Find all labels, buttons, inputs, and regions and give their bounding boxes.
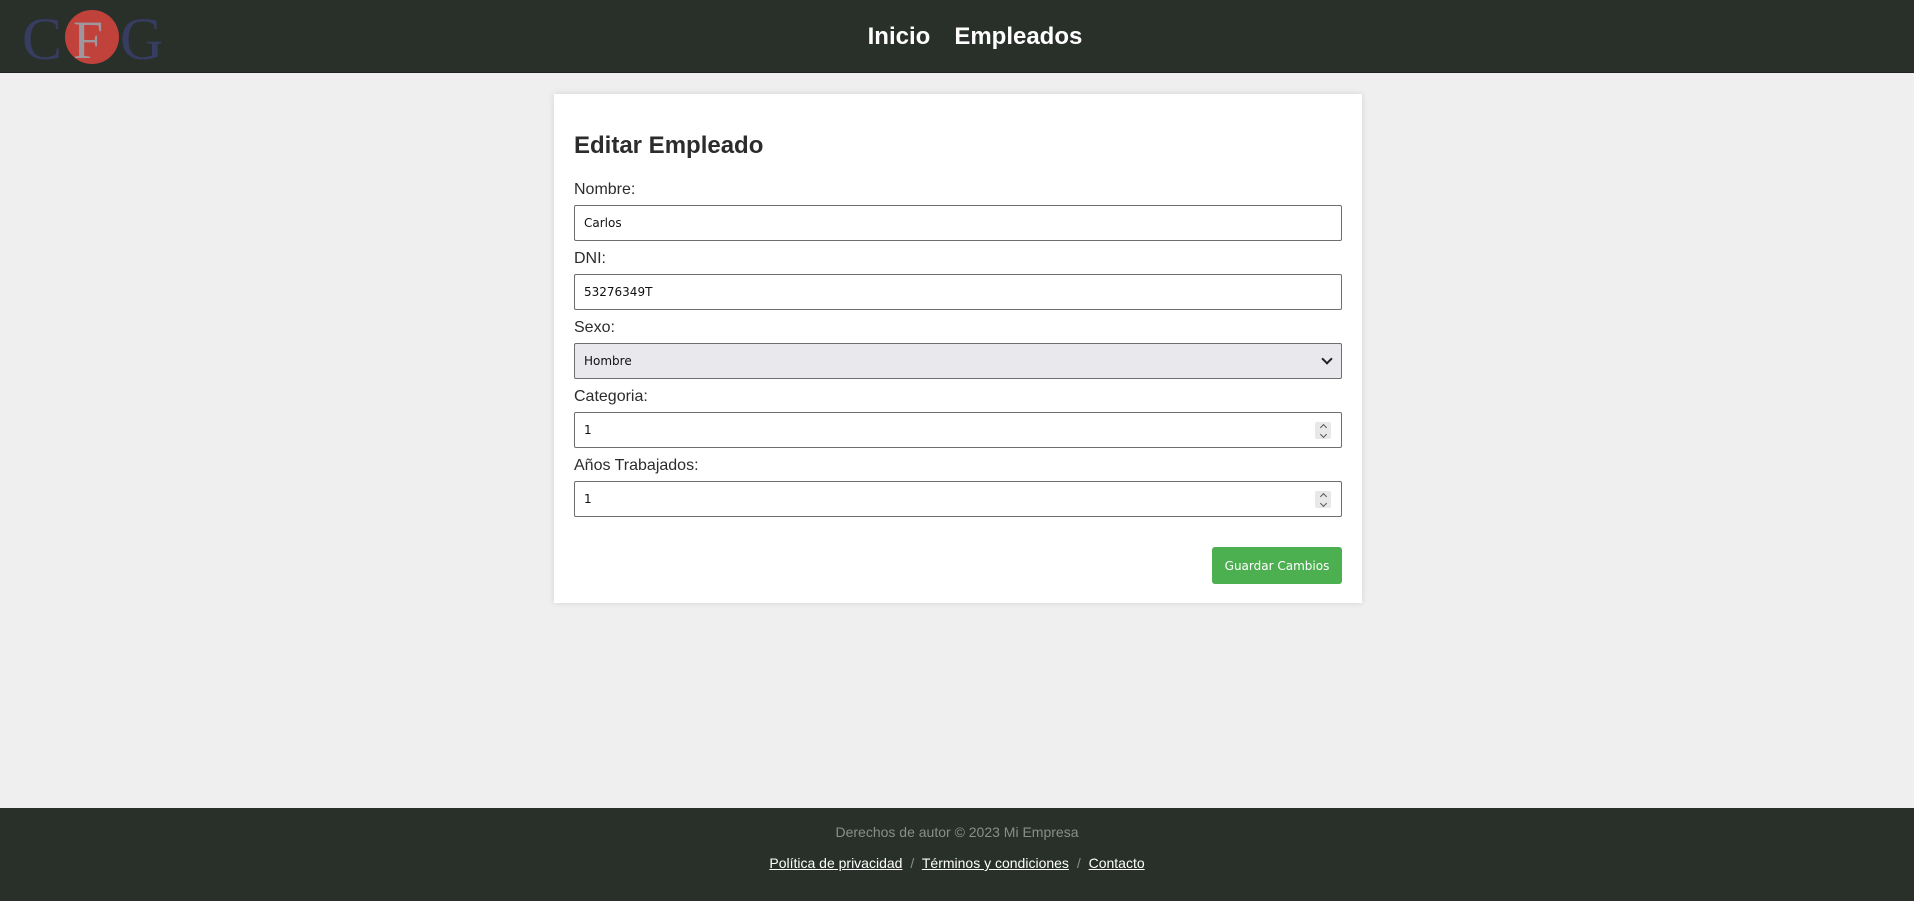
sexo-select[interactable]: Hombre [574,343,1342,379]
dni-label: DNI: [574,250,606,267]
terms-link[interactable]: Términos y condiciones [922,855,1069,871]
main-nav: Inicio Empleados [0,0,1914,73]
privacy-link[interactable]: Política de privacidad [769,855,902,871]
number-spinner-icon[interactable] [1315,491,1331,508]
categoria-label: Categoria: [574,388,648,405]
number-spinner-icon[interactable] [1315,422,1331,439]
dni-input[interactable]: 53276349T [574,274,1342,310]
separator: / [910,855,915,871]
nav-inicio[interactable]: Inicio [868,23,931,51]
edit-employee-card: Editar Empleado Nombre: Carlos DNI: 5327… [554,94,1362,603]
page-footer: Derechos de autor © 2023 Mi Empresa Polí… [0,808,1914,901]
top-header: C F G Inicio Empleados [0,0,1914,73]
dni-value: 53276349T [584,285,653,299]
nombre-label: Nombre: [574,181,636,198]
anios-input[interactable]: 1 [574,481,1342,517]
chevron-down-icon [1321,352,1333,365]
sexo-value: Hombre [584,354,632,368]
categoria-input[interactable]: 1 [574,412,1342,448]
nav-empleados[interactable]: Empleados [954,23,1082,51]
copyright-text: Derechos de autor © 2023 Mi Empresa [835,824,1079,840]
separator: / [1076,855,1081,871]
nombre-value: Carlos [584,216,622,230]
contact-link[interactable]: Contacto [1089,855,1145,871]
sexo-label: Sexo: [574,319,615,336]
anios-label: Años Trabajados: [574,457,699,474]
categoria-value: 1 [584,423,592,437]
footer-links: Política de privacidad / Términos y cond… [0,855,1914,871]
save-button[interactable]: Guardar Cambios [1212,547,1342,584]
nombre-input[interactable]: Carlos [574,205,1342,241]
anios-value: 1 [584,492,592,506]
page-title: Editar Empleado [574,132,764,159]
